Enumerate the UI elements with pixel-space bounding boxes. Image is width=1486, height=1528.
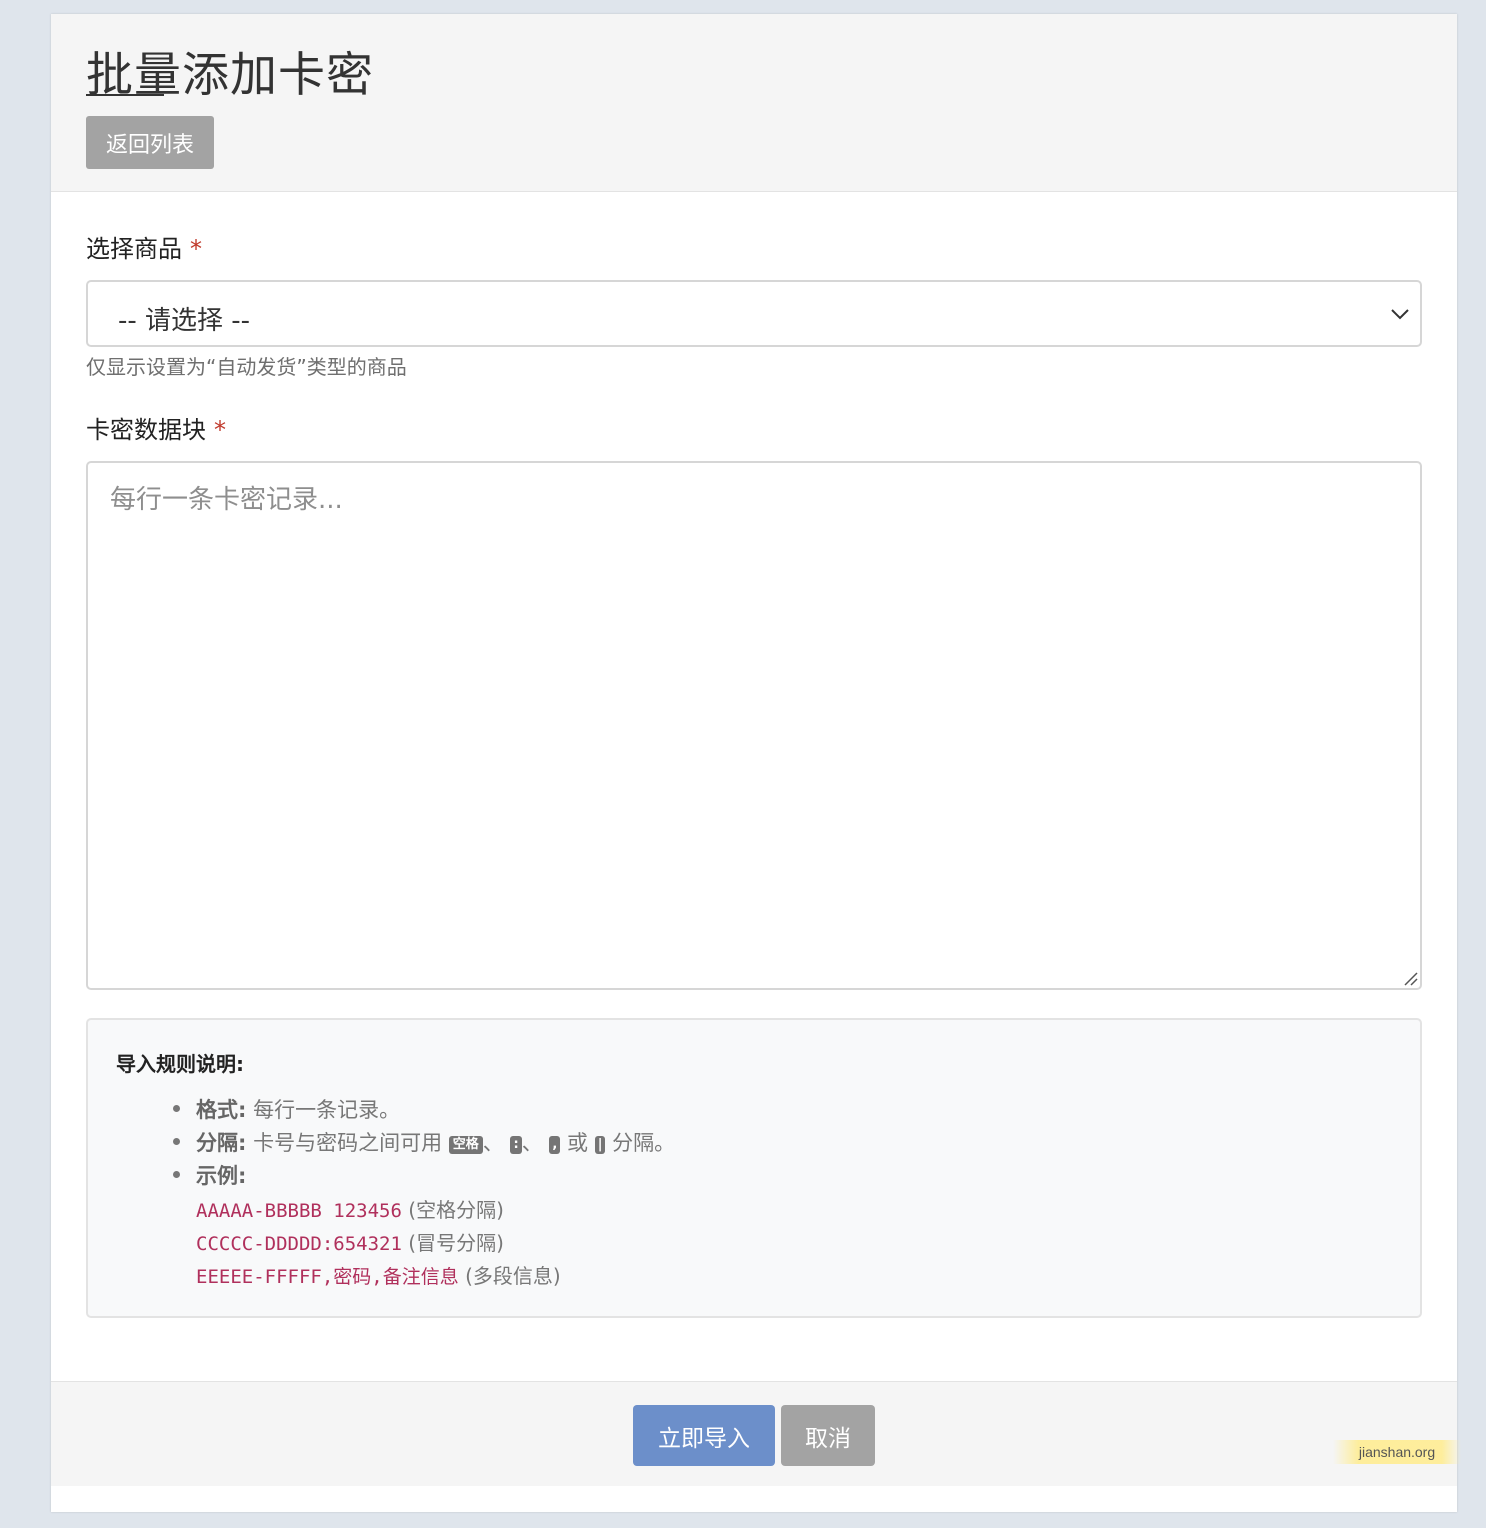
kbd-comma: , [549,1136,561,1154]
dun-mark: 、 [482,1131,504,1155]
watermark: jianshan.org [1333,1440,1461,1464]
example-code: CCCCC-DDDDD:654321 [196,1233,402,1255]
rules-title: 导入规则说明: [116,1052,244,1076]
kbd-colon: : [510,1136,522,1154]
cards-textarea[interactable]: 每行一条卡密记录... [86,461,1422,990]
example-line: EEEEE-FFFFF,密码,备注信息 (多段信息) [196,1260,561,1289]
cards-placeholder: 每行一条卡密记录... [110,485,343,515]
back-to-list-button[interactable]: 返回列表 [86,116,214,169]
product-label: 选择商品 * [86,229,202,264]
example-code: EEEEE-FFFFF,密码,备注信息 [196,1266,459,1288]
example-note: (冒号分隔) [408,1231,504,1255]
rule-example-key: 示例: [196,1164,247,1188]
example-code: AAAAA-BBBBB 123456 [196,1200,402,1222]
bullet-icon [173,1138,180,1145]
cancel-button[interactable]: 取消 [781,1405,875,1466]
rule-format-text: 每行一条记录。 [253,1098,401,1122]
chevron-down-icon [1391,309,1409,320]
kbd-pipe: | [594,1136,606,1154]
resize-handle-icon[interactable] [1402,970,1418,986]
import-now-button[interactable]: 立即导入 [633,1405,775,1466]
rule-separator-or: 或 [567,1131,589,1155]
product-select-value: -- 请选择 -- [118,306,251,336]
card-footer: 立即导入 取消 [51,1381,1457,1486]
title-underline [86,94,164,96]
cards-label-text: 卡密数据块 [86,416,206,444]
rule-example: 示例: [196,1160,246,1190]
kbd-space: 空格 [448,1136,483,1154]
product-label-text: 选择商品 [86,235,182,263]
import-rules-box: 导入规则说明: 格式: 每行一条记录。 分隔: 卡号与密码之间可用 空格、 :、… [86,1018,1422,1318]
required-mark: * [190,235,202,263]
rule-separator-key: 分隔: [196,1131,247,1155]
example-line: CCCCC-DDDDD:654321 (冒号分隔) [196,1227,504,1256]
bullet-icon [173,1105,180,1112]
card-header: 批量添加卡密 返回列表 [51,14,1457,192]
example-note: (多段信息) [465,1264,561,1288]
example-note: (空格分隔) [408,1198,504,1222]
bullet-icon [173,1171,180,1178]
rule-format-key: 格式: [196,1098,247,1122]
required-mark: * [214,416,226,444]
example-line: AAAAA-BBBBB 123456 (空格分隔) [196,1194,504,1223]
rule-separator-text: 卡号与密码之间可用 [253,1131,443,1155]
rule-separator: 分隔: 卡号与密码之间可用 空格、 :、 , 或 | 分隔。 [196,1127,675,1157]
product-select[interactable]: -- 请选择 -- [86,280,1422,347]
dun-mark: 、 [521,1131,543,1155]
product-help-text: 仅显示设置为“自动发货”类型的商品 [86,355,407,379]
rule-format: 格式: 每行一条记录。 [196,1094,400,1124]
rule-separator-tail: 分隔。 [612,1131,676,1155]
batch-add-card: 批量添加卡密 返回列表 选择商品 * -- 请选择 -- 仅显示设置为“自动发货”… [51,14,1457,1512]
cards-label: 卡密数据块 * [86,410,226,445]
